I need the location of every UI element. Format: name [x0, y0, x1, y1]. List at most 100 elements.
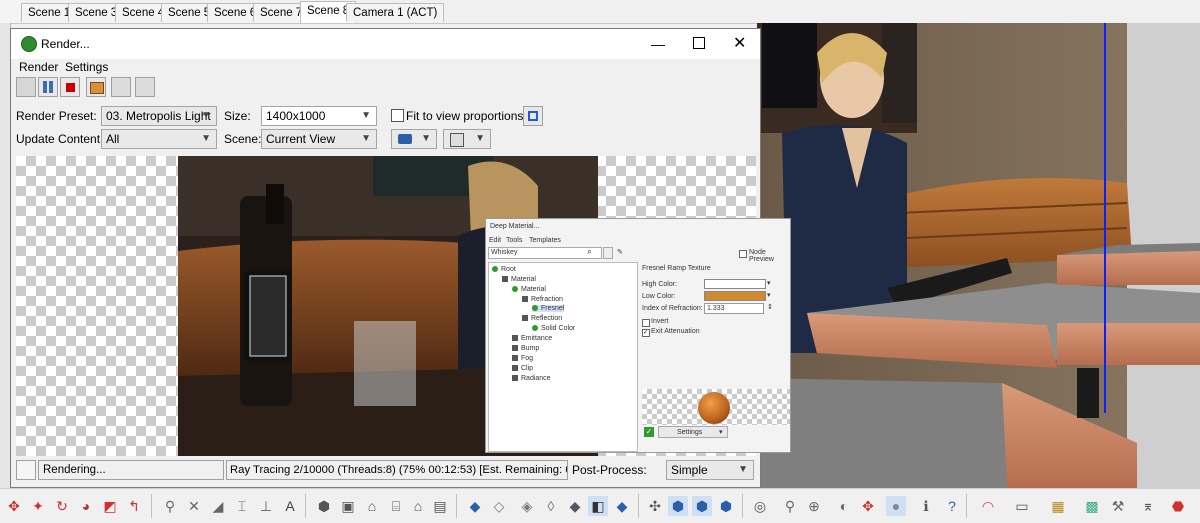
tab-camera-1[interactable]: Camera 1 (ACT) — [346, 3, 445, 22]
sandbox-icon[interactable]: ◠ — [978, 496, 998, 516]
ior-input[interactable]: 1.333 — [704, 303, 764, 314]
position-icon[interactable]: ◐ — [834, 496, 854, 516]
maximize-button[interactable] — [693, 37, 705, 49]
rotate-icon[interactable]: ↻ — [52, 496, 72, 516]
zoom-window-icon[interactable]: ⊕ — [804, 496, 824, 516]
tree-item-clip[interactable]: Clip — [512, 365, 533, 372]
info-icon[interactable]: ℹ — [916, 496, 936, 516]
stop-render-icon[interactable] — [60, 77, 80, 97]
xray-icon[interactable]: ◆ — [612, 496, 632, 516]
tree-item-emittance[interactable]: Emittance — [512, 335, 552, 342]
render-preset-select[interactable]: 03. Metropolis Light ▼ — [101, 106, 217, 126]
camera-dropdown[interactable]: ▼ — [391, 129, 437, 149]
node-preview-checkbox[interactable] — [739, 250, 747, 258]
collapse-icon[interactable]: ⌆ — [1138, 496, 1158, 516]
protractor-icon[interactable]: ◢ — [208, 496, 228, 516]
warehouse-icon[interactable]: ⌸ — [386, 496, 406, 516]
top-view-icon[interactable]: ◇ — [489, 496, 509, 516]
material-search-input[interactable]: Whiskey — [488, 247, 602, 259]
tree-item-material[interactable]: Material — [502, 276, 536, 283]
search-dropdown[interactable] — [603, 247, 613, 259]
menu-render[interactable]: Render — [19, 59, 58, 76]
eyedropper-icon[interactable]: ✎ — [616, 248, 625, 258]
style-icon[interactable]: ▩ — [1082, 496, 1102, 516]
search-icon[interactable]: ⌕ — [587, 246, 592, 257]
sync-icon[interactable]: ⬣ — [1168, 496, 1188, 516]
left-view-icon[interactable]: ◧ — [588, 496, 608, 516]
tree-item-fresnel[interactable]: Fresnel — [532, 305, 565, 312]
walk-icon[interactable]: ⬢ — [692, 496, 712, 516]
fit-proportions-checkbox[interactable] — [391, 109, 404, 122]
home-icon[interactable]: ⌂ — [408, 496, 428, 516]
zoom-icon[interactable]: ⚲ — [780, 496, 800, 516]
orbit-icon[interactable]: ✣ — [645, 496, 665, 516]
iso-view-icon[interactable]: ◆ — [465, 496, 485, 516]
close-button[interactable]: ✕ — [733, 29, 746, 59]
tape-icon[interactable]: ⚲ — [160, 496, 180, 516]
paint-icon[interactable]: ✦ — [28, 496, 48, 516]
lookaround-icon[interactable]: ⬢ — [716, 496, 736, 516]
fit-view-icon[interactable] — [523, 106, 543, 126]
footprint-icon[interactable]: ✥ — [858, 496, 878, 516]
model-viewport[interactable] — [757, 23, 1200, 488]
layers-icon[interactable]: ▦ — [1048, 496, 1068, 516]
push-icon[interactable]: ↰ — [124, 496, 144, 516]
minimize-button[interactable]: — — [651, 29, 665, 59]
tree-item-reflection[interactable]: Reflection — [522, 315, 562, 322]
render-title-bar[interactable]: Render... — ✕ — [11, 29, 760, 59]
tree-item-solid-color[interactable]: Solid Color — [532, 325, 575, 332]
copy-image-icon[interactable] — [111, 77, 131, 97]
axes-icon[interactable]: ⊥ — [256, 496, 276, 516]
scale-icon[interactable]: ◩ — [100, 496, 120, 516]
palette-icon[interactable]: ◕ — [76, 496, 96, 516]
front-view-icon[interactable]: ◈ — [517, 496, 537, 516]
channels-dropdown[interactable]: ▼ — [443, 129, 491, 149]
menu-settings[interactable]: Settings — [65, 59, 108, 76]
question-icon[interactable]: ? — [942, 496, 962, 516]
apply-check-icon[interactable]: ✓ — [644, 427, 654, 437]
deep-menu-templates[interactable]: Templates — [529, 237, 561, 244]
deep-menu-edit[interactable]: Edit — [489, 237, 501, 244]
tree-item-root[interactable]: Root — [492, 266, 516, 273]
move-icon[interactable]: ✥ — [4, 496, 24, 516]
start-render-icon[interactable] — [16, 77, 36, 97]
section-icon[interactable]: ◎ — [750, 496, 770, 516]
pan-view-icon[interactable]: ⬢ — [668, 496, 688, 516]
postprocess-value: Simple — [671, 463, 708, 477]
window-icon[interactable]: ▤ — [430, 496, 450, 516]
save-image-icon[interactable] — [86, 77, 106, 97]
right-view-icon[interactable]: ◊ — [541, 496, 561, 516]
size-select[interactable]: 1400x1000 ▼ — [261, 106, 377, 126]
preview-settings-select[interactable]: Settings ▾ — [658, 426, 728, 438]
tree-item-bump[interactable]: Bump — [512, 345, 539, 352]
chevron-down-icon: ▼ — [361, 110, 371, 121]
chevron-down-icon[interactable]: ▾ — [767, 291, 771, 299]
exit-attenuation-checkbox[interactable]: ✓ — [642, 329, 650, 337]
postprocess-select[interactable]: Simple ▼ — [666, 460, 754, 480]
deep-menu-tools[interactable]: Tools — [506, 237, 522, 244]
low-color-swatch[interactable] — [704, 291, 766, 301]
pause-render-icon[interactable] — [38, 77, 58, 97]
house-icon[interactable]: ⌂ — [362, 496, 382, 516]
tree-item-material-inner[interactable]: Material — [512, 286, 546, 293]
tree-item-radiance[interactable]: Radiance — [512, 375, 551, 382]
tree-item-fog[interactable]: Fog — [512, 355, 533, 362]
export-image-icon[interactable] — [135, 77, 155, 97]
high-color-swatch[interactable] — [704, 279, 766, 289]
tree-item-refraction[interactable]: Refraction — [522, 296, 563, 303]
back-view-icon[interactable]: ◆ — [565, 496, 585, 516]
update-content-select[interactable]: All ▼ — [101, 129, 217, 149]
3d-text-icon[interactable]: A — [280, 496, 300, 516]
bubble-icon[interactable]: ● — [886, 496, 906, 516]
stepper-icon[interactable]: ⇕ — [767, 303, 773, 311]
dimension-icon[interactable]: ✕ — [184, 496, 204, 516]
group-icon[interactable]: ▣ — [338, 496, 358, 516]
layout-icon[interactable]: ▭ — [1012, 496, 1032, 516]
chevron-down-icon[interactable]: ▾ — [767, 279, 771, 287]
invert-checkbox[interactable] — [642, 319, 650, 327]
component-icon[interactable]: ⬢ — [314, 496, 334, 516]
node-grid-icon — [512, 335, 518, 342]
text-icon[interactable]: ⌶ — [232, 496, 252, 516]
hammer-icon[interactable]: ⚒ — [1108, 496, 1128, 516]
scene-select[interactable]: Current View ▼ — [261, 129, 377, 149]
